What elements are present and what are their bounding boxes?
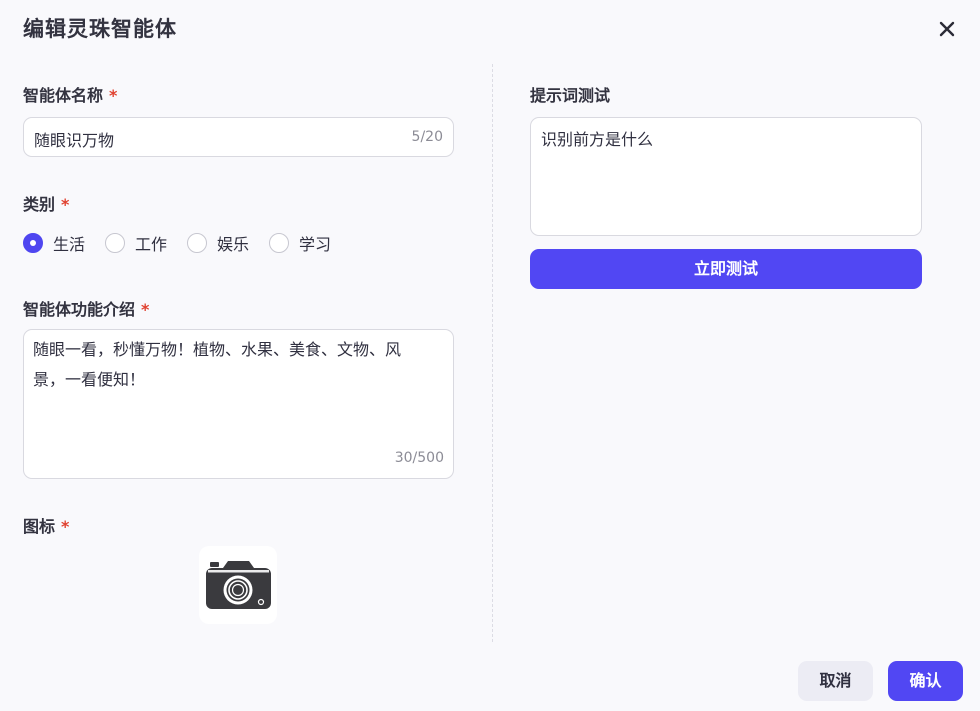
radio-study[interactable]: 学习 — [269, 231, 331, 255]
category-radio-group: 生活 工作 娱乐 学习 — [23, 231, 351, 255]
description-textarea[interactable]: 随眼一看，秒懂万物！植物、水果、美食、文物、风 景，一看便知！ 30/500 — [23, 329, 454, 479]
description-line: 随眼一看，秒懂万物！植物、水果、美食、文物、风 — [33, 340, 402, 359]
dialog-title: 编辑灵珠智能体 — [23, 17, 177, 41]
description-line: 景，一看便知！ — [33, 370, 146, 389]
radio-label: 学习 — [299, 235, 332, 254]
category-label-text: 类别 — [23, 195, 56, 214]
category-label: 类别 * — [23, 191, 69, 215]
radio-button-checked[interactable] — [23, 233, 43, 253]
cancel-button[interactable]: 取消 — [798, 661, 873, 701]
required-mark: * — [141, 300, 150, 319]
radio-label: 生活 — [53, 235, 86, 254]
description-label-text: 智能体功能介绍 — [23, 300, 136, 319]
radio-label: 工作 — [135, 235, 168, 254]
radio-button[interactable] — [105, 233, 126, 253]
agent-name-value: 随眼识万物 — [34, 131, 115, 150]
icon-label-text: 图标 — [23, 517, 56, 536]
prompt-test-textarea[interactable]: 识别前方是什么 — [530, 117, 922, 236]
required-mark: * — [61, 195, 70, 214]
prompt-test-value: 识别前方是什么 — [541, 130, 654, 149]
required-mark: * — [61, 517, 70, 536]
close-icon[interactable] — [936, 18, 958, 40]
description-counter: 30/500 — [394, 450, 444, 466]
agent-name-counter: 5/20 — [411, 129, 443, 145]
icon-label: 图标 * — [23, 513, 69, 537]
radio-button[interactable] — [269, 233, 290, 253]
agent-name-label-text: 智能体名称 — [23, 86, 104, 105]
prompt-test-label: 提示词测试 — [530, 86, 611, 105]
camera-icon — [206, 561, 271, 609]
edit-agent-dialog: 编辑灵珠智能体 智能体名称 * 随眼识万物 5/20 类别 * 生活 工作 娱乐 学 — [0, 0, 980, 711]
agent-name-input[interactable]: 随眼识万物 5/20 — [23, 117, 454, 157]
description-label: 智能体功能介绍 * — [23, 296, 149, 320]
radio-entertainment[interactable]: 娱乐 — [187, 231, 249, 255]
agent-icon-picker[interactable] — [199, 546, 277, 624]
radio-work[interactable]: 工作 — [105, 231, 167, 255]
required-mark: * — [109, 86, 118, 105]
test-now-button[interactable]: 立即测试 — [530, 249, 922, 289]
agent-name-label: 智能体名称 * — [23, 82, 117, 106]
column-divider — [492, 64, 493, 642]
confirm-button[interactable]: 确认 — [888, 661, 963, 701]
radio-button[interactable] — [187, 233, 208, 253]
description-text: 随眼一看，秒懂万物！植物、水果、美食、文物、风 景，一看便知！ — [33, 335, 445, 395]
radio-life[interactable]: 生活 — [23, 231, 85, 255]
radio-label: 娱乐 — [217, 235, 250, 254]
